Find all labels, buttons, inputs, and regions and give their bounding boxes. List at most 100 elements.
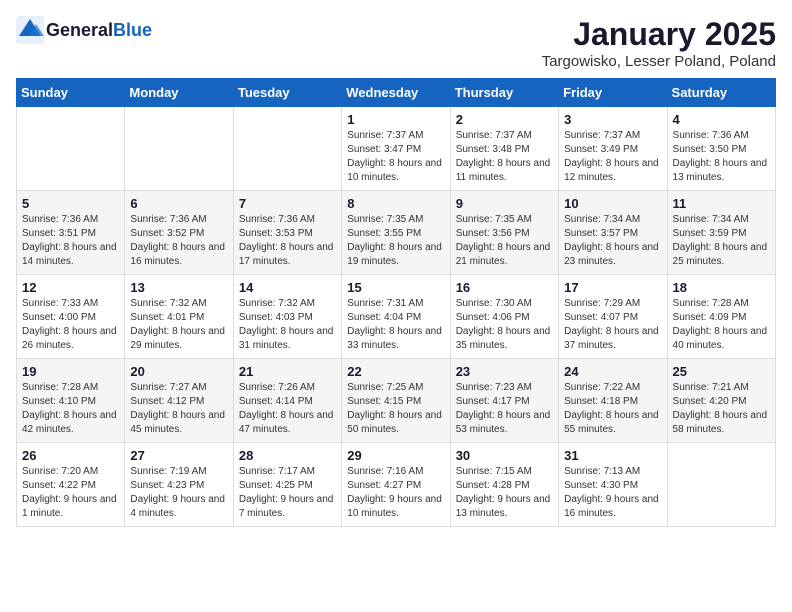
day-number: 20	[130, 364, 227, 379]
day-info: Sunrise: 7:36 AMSunset: 3:52 PMDaylight:…	[130, 213, 227, 269]
day-number: 6	[130, 196, 227, 211]
location-title: Targowisko, Lesser Poland, Poland	[542, 53, 776, 70]
day-number: 19	[22, 364, 119, 379]
day-number: 15	[347, 280, 444, 295]
day-info: Sunrise: 7:20 AMSunset: 4:22 PMDaylight:…	[22, 465, 119, 521]
day-info: Sunrise: 7:36 AMSunset: 3:53 PMDaylight:…	[239, 213, 336, 269]
calendar-cell: 28Sunrise: 7:17 AMSunset: 4:25 PMDayligh…	[233, 443, 341, 527]
calendar-cell: 7 Sunrise: 7:36 AMSunset: 3:53 PMDaylight…	[233, 191, 341, 275]
day-info: Sunrise: 7:33 AMSunset: 4:00 PMDaylight:…	[22, 297, 119, 353]
day-number: 17	[564, 280, 661, 295]
day-info: Sunrise: 7:26 AMSunset: 4:14 PMDaylight:…	[239, 381, 336, 437]
calendar-cell	[17, 107, 125, 191]
day-info: Sunrise: 7:17 AMSunset: 4:25 PMDaylight:…	[239, 465, 336, 521]
day-number: 11	[673, 196, 770, 211]
day-info: Sunrise: 7:22 AMSunset: 4:18 PMDaylight:…	[564, 381, 661, 437]
calendar-week-row: 26 Sunrise: 7:20 AMSunset: 4:22 PMDayligh…	[17, 443, 776, 527]
day-info: Sunrise: 7:30 AMSunset: 4:06 PMDaylight:…	[456, 297, 553, 353]
day-number: 3	[564, 112, 661, 127]
calendar-cell: 2 Sunrise: 7:37 AMSunset: 3:48 PMDaylight…	[450, 107, 558, 191]
calendar-cell	[233, 107, 341, 191]
logo-icon	[16, 16, 44, 44]
weekday-header-row: SundayMondayTuesdayWednesdayThursdayFrid…	[17, 79, 776, 107]
calendar-cell: 13Sunrise: 7:32 AMSunset: 4:01 PMDayligh…	[125, 275, 233, 359]
day-info: Sunrise: 7:37 AMSunset: 3:49 PMDaylight:…	[564, 129, 661, 185]
day-info: Sunrise: 7:16 AMSunset: 4:27 PMDaylight:…	[347, 465, 444, 521]
day-number: 4	[673, 112, 770, 127]
day-info: Sunrise: 7:36 AMSunset: 3:51 PMDaylight:…	[22, 213, 119, 269]
calendar-table: SundayMondayTuesdayWednesdayThursdayFrid…	[16, 78, 776, 527]
day-number: 2	[456, 112, 553, 127]
logo-text-general: General	[46, 20, 113, 40]
day-number: 1	[347, 112, 444, 127]
weekday-header-tuesday: Tuesday	[233, 79, 341, 107]
calendar-cell: 15 Sunrise: 7:31 AMSunset: 4:04 PMDayligh…	[342, 275, 450, 359]
weekday-header-saturday: Saturday	[667, 79, 775, 107]
calendar-cell: 4 Sunrise: 7:36 AMSunset: 3:50 PMDaylight…	[667, 107, 775, 191]
day-number: 18	[673, 280, 770, 295]
day-info: Sunrise: 7:37 AMSunset: 3:47 PMDaylight:…	[347, 129, 444, 185]
day-info: Sunrise: 7:37 AMSunset: 3:48 PMDaylight:…	[456, 129, 553, 185]
day-info: Sunrise: 7:31 AMSunset: 4:04 PMDaylight:…	[347, 297, 444, 353]
calendar-cell: 22 Sunrise: 7:25 AMSunset: 4:15 PMDayligh…	[342, 359, 450, 443]
day-info: Sunrise: 7:36 AMSunset: 3:50 PMDaylight:…	[673, 129, 770, 185]
weekday-header-sunday: Sunday	[17, 79, 125, 107]
title-area: January 2025 Targowisko, Lesser Poland, …	[542, 16, 776, 70]
calendar-cell: 5 Sunrise: 7:36 AMSunset: 3:51 PMDaylight…	[17, 191, 125, 275]
calendar-cell: 8Sunrise: 7:35 AMSunset: 3:55 PMDaylight…	[342, 191, 450, 275]
day-info: Sunrise: 7:13 AMSunset: 4:30 PMDaylight:…	[564, 465, 661, 521]
page-header: GeneralBlue January 2025 Targowisko, Les…	[16, 16, 776, 70]
calendar-week-row: 1 Sunrise: 7:37 AMSunset: 3:47 PMDaylight…	[17, 107, 776, 191]
calendar-cell: 20Sunrise: 7:27 AMSunset: 4:12 PMDayligh…	[125, 359, 233, 443]
day-number: 31	[564, 448, 661, 463]
day-number: 5	[22, 196, 119, 211]
day-info: Sunrise: 7:35 AMSunset: 3:55 PMDaylight:…	[347, 213, 444, 269]
calendar-cell: 25 Sunrise: 7:21 AMSunset: 4:20 PMDayligh…	[667, 359, 775, 443]
day-info: Sunrise: 7:28 AMSunset: 4:10 PMDaylight:…	[22, 381, 119, 437]
calendar-cell: 26 Sunrise: 7:20 AMSunset: 4:22 PMDayligh…	[17, 443, 125, 527]
day-info: Sunrise: 7:25 AMSunset: 4:15 PMDaylight:…	[347, 381, 444, 437]
day-number: 16	[456, 280, 553, 295]
calendar-cell: 21 Sunrise: 7:26 AMSunset: 4:14 PMDayligh…	[233, 359, 341, 443]
day-info: Sunrise: 7:21 AMSunset: 4:20 PMDaylight:…	[673, 381, 770, 437]
weekday-header-friday: Friday	[559, 79, 667, 107]
day-number: 27	[130, 448, 227, 463]
calendar-cell: 30 Sunrise: 7:15 AMSunset: 4:28 PMDayligh…	[450, 443, 558, 527]
month-title: January 2025	[542, 16, 776, 53]
day-number: 7	[239, 196, 336, 211]
day-info: Sunrise: 7:19 AMSunset: 4:23 PMDaylight:…	[130, 465, 227, 521]
calendar-cell: 23 Sunrise: 7:23 AMSunset: 4:17 PMDayligh…	[450, 359, 558, 443]
day-info: Sunrise: 7:34 AMSunset: 3:57 PMDaylight:…	[564, 213, 661, 269]
day-number: 25	[673, 364, 770, 379]
logo-text-blue: Blue	[113, 20, 152, 40]
day-number: 30	[456, 448, 553, 463]
day-number: 22	[347, 364, 444, 379]
day-number: 26	[22, 448, 119, 463]
day-info: Sunrise: 7:34 AMSunset: 3:59 PMDaylight:…	[673, 213, 770, 269]
calendar-cell: 10 Sunrise: 7:34 AMSunset: 3:57 PMDayligh…	[559, 191, 667, 275]
calendar-week-row: 12 Sunrise: 7:33 AMSunset: 4:00 PMDayligh…	[17, 275, 776, 359]
day-number: 12	[22, 280, 119, 295]
day-info: Sunrise: 7:23 AMSunset: 4:17 PMDaylight:…	[456, 381, 553, 437]
calendar-cell: 31 Sunrise: 7:13 AMSunset: 4:30 PMDayligh…	[559, 443, 667, 527]
day-info: Sunrise: 7:32 AMSunset: 4:01 PMDaylight:…	[130, 297, 227, 353]
calendar-week-row: 19 Sunrise: 7:28 AMSunset: 4:10 PMDayligh…	[17, 359, 776, 443]
weekday-header-thursday: Thursday	[450, 79, 558, 107]
day-info: Sunrise: 7:35 AMSunset: 3:56 PMDaylight:…	[456, 213, 553, 269]
calendar-cell: 11 Sunrise: 7:34 AMSunset: 3:59 PMDayligh…	[667, 191, 775, 275]
day-number: 9	[456, 196, 553, 211]
calendar-cell: 1 Sunrise: 7:37 AMSunset: 3:47 PMDaylight…	[342, 107, 450, 191]
day-info: Sunrise: 7:29 AMSunset: 4:07 PMDaylight:…	[564, 297, 661, 353]
day-number: 23	[456, 364, 553, 379]
day-info: Sunrise: 7:15 AMSunset: 4:28 PMDaylight:…	[456, 465, 553, 521]
calendar-cell: 18Sunrise: 7:28 AMSunset: 4:09 PMDayligh…	[667, 275, 775, 359]
day-info: Sunrise: 7:32 AMSunset: 4:03 PMDaylight:…	[239, 297, 336, 353]
calendar-cell: 17 Sunrise: 7:29 AMSunset: 4:07 PMDayligh…	[559, 275, 667, 359]
day-number: 10	[564, 196, 661, 211]
day-number: 21	[239, 364, 336, 379]
calendar-cell: 16 Sunrise: 7:30 AMSunset: 4:06 PMDayligh…	[450, 275, 558, 359]
calendar-cell: 12 Sunrise: 7:33 AMSunset: 4:00 PMDayligh…	[17, 275, 125, 359]
day-number: 14	[239, 280, 336, 295]
calendar-week-row: 5 Sunrise: 7:36 AMSunset: 3:51 PMDaylight…	[17, 191, 776, 275]
calendar-cell	[125, 107, 233, 191]
